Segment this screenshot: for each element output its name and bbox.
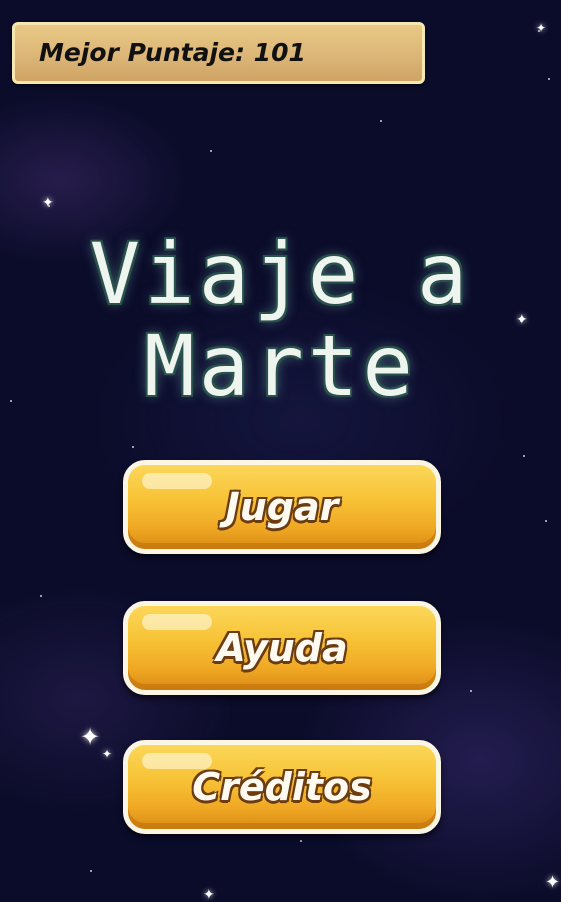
credits-button-label: Créditos <box>192 765 372 809</box>
sparkle-icon: ✦ <box>102 747 113 761</box>
game-title-line-1: Viaje a <box>89 225 472 323</box>
play-button-label: Jugar <box>225 485 339 529</box>
sparkle-icon: ✦ <box>80 723 101 751</box>
sparkle-icon: ✦ <box>536 21 547 35</box>
best-score-label: Mejor Puntaje: 101 <box>39 38 306 67</box>
game-title: Viaje a Marte <box>0 228 561 412</box>
sparkle-icon: ✦ <box>545 872 561 893</box>
help-button[interactable]: Ayuda <box>123 601 441 695</box>
sparkle-icon: ✦ <box>42 195 54 211</box>
sparkle-icon: ✦ <box>203 887 215 902</box>
best-score-panel: Mejor Puntaje: 101 <box>12 22 425 84</box>
credits-button[interactable]: Créditos <box>123 740 441 834</box>
play-button[interactable]: Jugar <box>123 460 441 554</box>
game-title-line-2: Marte <box>144 317 417 415</box>
help-button-label: Ayuda <box>216 626 348 670</box>
